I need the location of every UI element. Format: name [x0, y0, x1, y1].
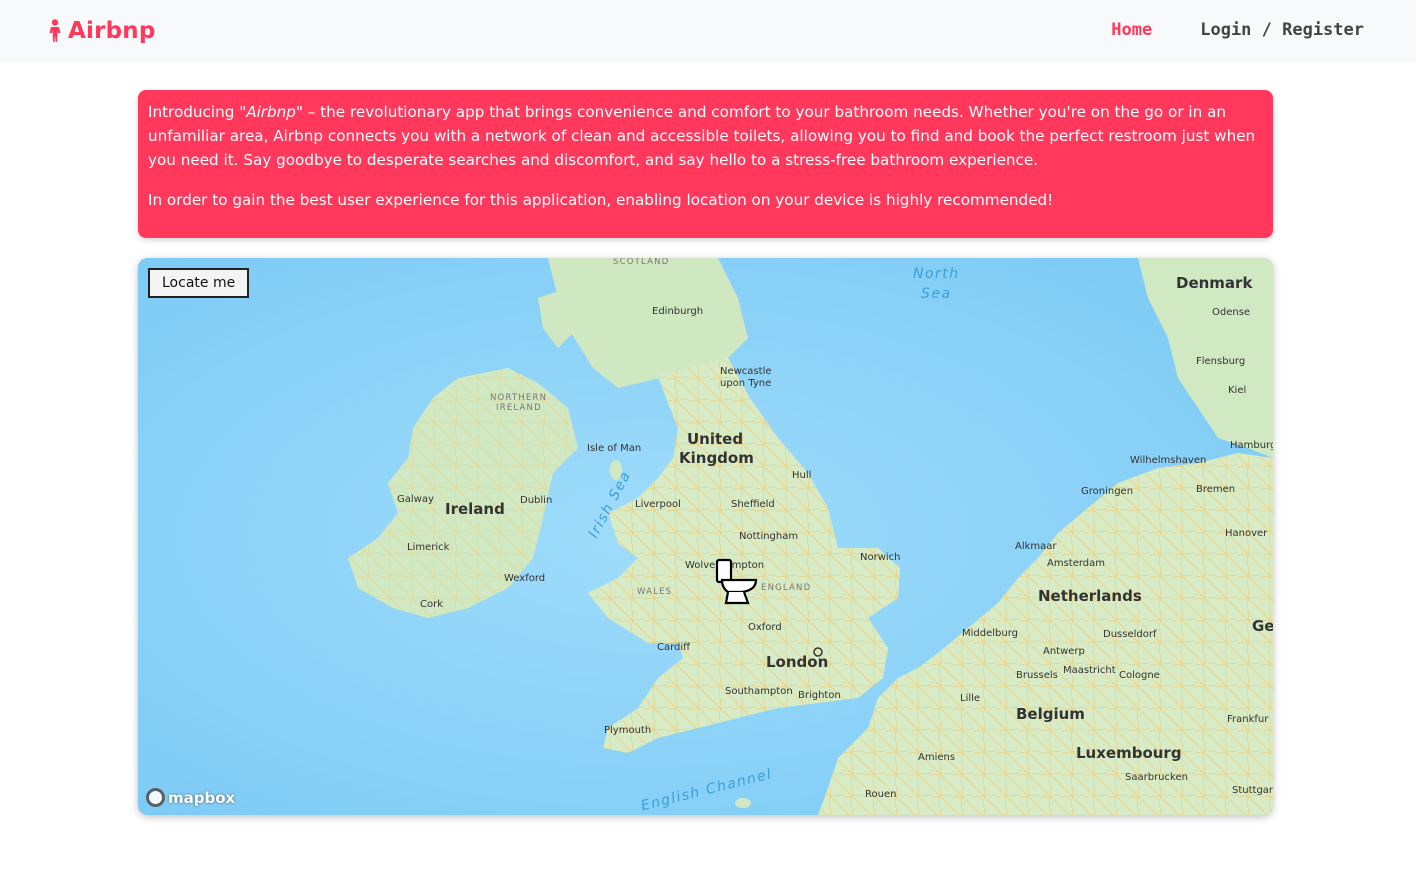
label-stuttgart: Stuttgart — [1232, 785, 1273, 796]
label-belgium: Belgium — [1016, 705, 1085, 723]
label-brighton: Brighton — [798, 690, 841, 701]
label-oxford: Oxford — [748, 622, 782, 633]
intro-paragraph: Introducing "Airbnp" – the revolutionary… — [148, 100, 1263, 172]
label-odense: Odense — [1212, 307, 1250, 318]
label-england: ENGLAND — [761, 583, 811, 593]
map-canvas[interactable]: SCOTLAND Edinburgh North Sea Denmark Ode… — [138, 258, 1273, 815]
label-frankfurt: Frankfur — [1227, 714, 1269, 725]
label-saarbrucken: Saarbrucken — [1125, 772, 1188, 783]
label-luxembourg: Luxembourg — [1076, 744, 1182, 762]
label-limerick: Limerick — [407, 542, 450, 553]
label-netherlands: Netherlands — [1038, 587, 1142, 605]
label-newcastle: Newcastle — [720, 366, 772, 377]
label-alkmaar: Alkmaar — [1015, 541, 1057, 552]
mapbox-attribution[interactable]: mapbox — [146, 788, 235, 807]
label-hamburg: Hamburg — [1230, 440, 1273, 451]
person-icon — [49, 19, 61, 42]
label-northern-ireland: NORTHERN — [490, 393, 547, 403]
label-kiel: Kiel — [1228, 385, 1246, 396]
label-edinburgh: Edinburgh — [652, 306, 703, 317]
label-wilhelmshaven: Wilhelmshaven — [1130, 455, 1206, 466]
label-lille: Lille — [960, 693, 980, 704]
label-denmark: Denmark — [1176, 274, 1253, 292]
label-flensburg: Flensburg — [1196, 356, 1245, 367]
intro-text-start: Introducing " — [148, 103, 247, 121]
label-bremen: Bremen — [1196, 484, 1235, 495]
label-london: London — [766, 653, 828, 671]
brand-name: Airbnp — [68, 18, 156, 44]
label-antwerp: Antwerp — [1043, 646, 1085, 657]
nav-links: Home Login / Register — [1111, 20, 1364, 40]
intro-app-name: Airbnp — [246, 103, 296, 121]
mapbox-logo-text: mapbox — [168, 788, 236, 807]
label-cardiff: Cardiff — [657, 642, 691, 653]
location-recommendation: In order to gain the best user experienc… — [148, 191, 1054, 209]
label-scotland: SCOTLAND — [613, 258, 669, 267]
label-united-kingdom: United — [687, 430, 743, 448]
label-hanover: Hanover — [1225, 528, 1268, 539]
label-maastricht: Maastricht — [1063, 665, 1116, 676]
label-plymouth: Plymouth — [604, 725, 651, 736]
label-united-kingdom-2: Kingdom — [679, 449, 754, 467]
label-southampton: Southampton — [725, 686, 793, 697]
label-north-sea: North — [913, 266, 960, 282]
label-dublin: Dublin — [520, 495, 552, 506]
label-northern-ireland-2: IRELAND — [496, 403, 542, 413]
label-germany: Germ — [1252, 617, 1273, 635]
mapbox-logo-icon — [146, 788, 165, 807]
nav-home-link[interactable]: Home — [1111, 20, 1152, 40]
intro-text-rest: " – the revolutionary app that brings co… — [148, 103, 1256, 169]
nav-login-register-link[interactable]: Login / Register — [1200, 20, 1364, 40]
label-groningen: Groningen — [1081, 486, 1133, 497]
label-rouen: Rouen — [865, 789, 896, 800]
map-container[interactable]: SCOTLAND Edinburgh North Sea Denmark Ode… — [138, 258, 1273, 815]
label-north-sea-2: Sea — [921, 286, 952, 302]
label-nottingham: Nottingham — [739, 531, 798, 542]
locate-me-button[interactable]: Locate me — [148, 268, 250, 298]
label-galway: Galway — [397, 494, 434, 505]
label-dusseldorf: Dusseldorf — [1103, 629, 1157, 640]
label-wales: WALES — [637, 587, 672, 597]
brand-logo-link[interactable]: Airbnp — [48, 18, 156, 44]
label-wexford: Wexford — [504, 573, 545, 584]
label-isle-of-man: Isle of Man — [587, 443, 641, 454]
label-newcastle-2: upon Tyne — [720, 378, 771, 389]
label-cork: Cork — [420, 599, 443, 610]
label-brussels: Brussels — [1016, 670, 1058, 681]
label-amsterdam: Amsterdam — [1047, 558, 1105, 569]
label-hull: Hull — [792, 470, 811, 481]
label-middelburg: Middelburg — [962, 628, 1018, 639]
channel-island — [735, 798, 751, 808]
label-sheffield: Sheffield — [731, 499, 775, 510]
label-ireland: Ireland — [445, 500, 505, 518]
label-norwich: Norwich — [860, 552, 901, 563]
navbar: Airbnp Home Login / Register — [0, 0, 1416, 62]
label-liverpool: Liverpool — [635, 499, 681, 510]
intro-banner: Introducing "Airbnp" – the revolutionary… — [138, 90, 1273, 238]
label-cologne: Cologne — [1119, 670, 1160, 681]
label-amiens: Amiens — [918, 752, 955, 763]
